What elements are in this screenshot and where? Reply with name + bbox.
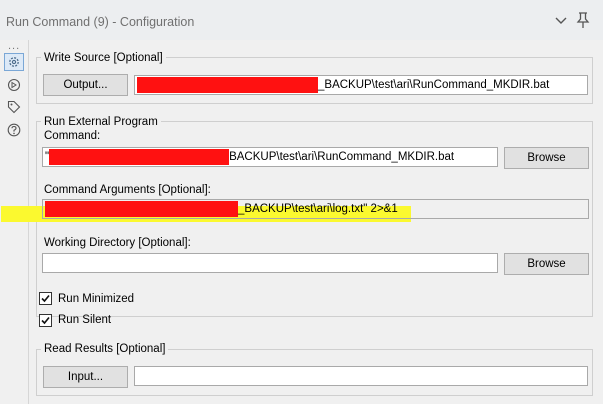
chevron-down-icon[interactable] [553,12,569,28]
working-directory-browse-button[interactable]: Browse [504,253,589,275]
gear-icon[interactable] [4,53,24,71]
run-minimized-checkbox[interactable] [39,292,52,305]
pin-icon[interactable] [575,11,591,29]
run-silent-checkbox[interactable] [39,314,52,327]
command-arguments-value: _BACKUP\test\ari\log.txt" 2>&1 [238,203,398,215]
redaction-mark [137,77,318,93]
input-button[interactable]: Input... [43,366,128,388]
command-value: BACKUP\test\ari\RunCommand_MKDIR.bat [229,151,455,163]
read-results-label: Read Results [Optional] [41,342,169,356]
command-browse-button[interactable]: Browse [504,147,589,169]
help-icon[interactable] [4,121,24,139]
redaction-mark [45,201,238,217]
working-directory-label: Working Directory [Optional]: [44,237,191,249]
left-toolbar [0,40,28,404]
read-results-field[interactable] [134,366,588,386]
run-minimized-label: Run Minimized [58,293,135,305]
write-source-value: _BACKUP\test\ari\RunCommand_MKDIR.bat [318,79,550,91]
run-external-label: Run External Program [41,115,161,129]
command-label: Command: [44,130,101,142]
tag-icon[interactable] [4,98,24,116]
write-source-label: Write Source [Optional] [41,51,166,65]
command-field[interactable]: " BACKUP\test\ari\RunCommand_MKDIR.bat [42,147,498,167]
redaction-mark [49,149,230,165]
write-source-field[interactable]: _BACKUP\test\ari\RunCommand_MKDIR.bat [134,75,588,95]
configuration-icon[interactable] [4,76,24,94]
run-silent-label: Run Silent [58,314,112,326]
working-directory-field[interactable] [42,253,498,273]
command-arguments-label: Command Arguments [Optional]: [44,184,211,196]
configuration-panel: Write Source [Optional] Output... _BACKU… [1,40,603,404]
command-arguments-field[interactable]: _BACKUP\test\ari\log.txt" 2>&1 [42,199,589,219]
more-indicator[interactable]: ... [8,40,20,52]
window-title: Run Command (9) - Configuration [6,15,195,29]
title-bar: Run Command (9) - Configuration [0,0,603,40]
output-button[interactable]: Output... [43,74,128,96]
